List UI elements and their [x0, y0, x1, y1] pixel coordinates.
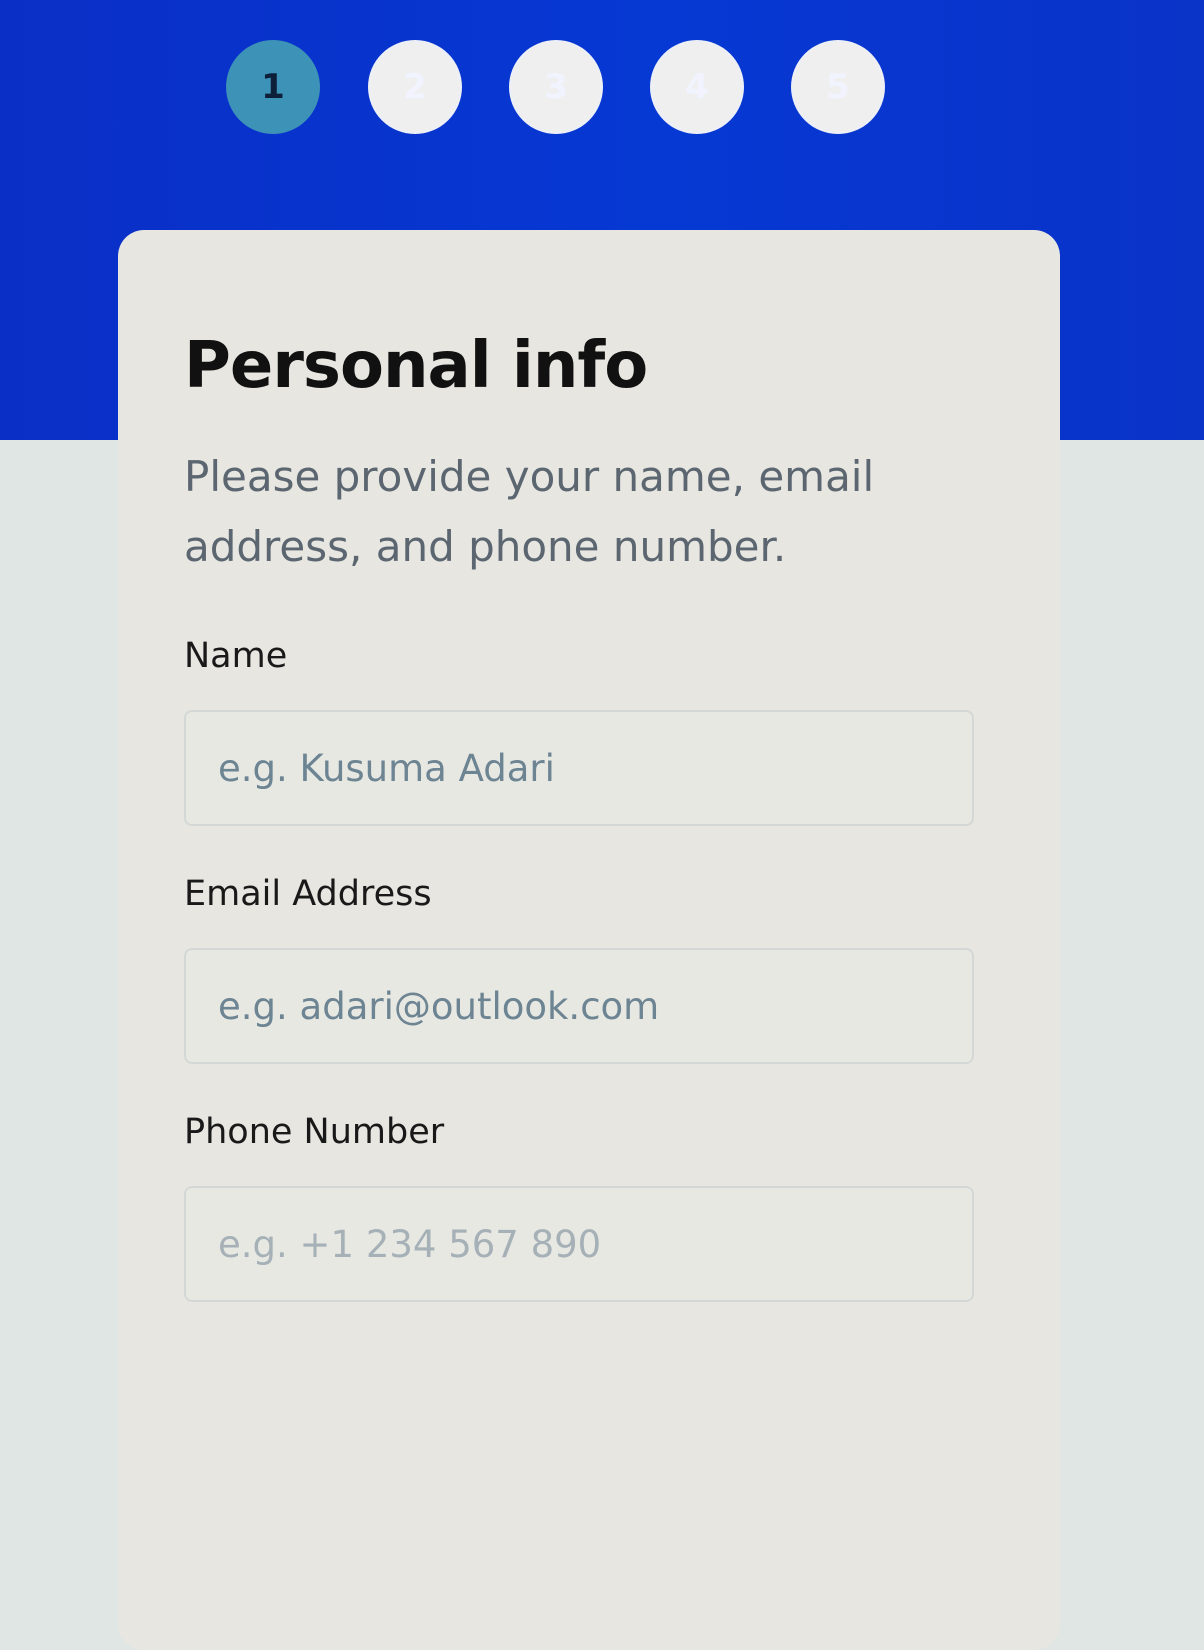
email-field-group: Email Address [184, 872, 994, 1064]
form-description: Please provide your name, email address,… [184, 452, 875, 571]
name-field-group: Name [184, 634, 994, 826]
form-title: Personal info [184, 329, 648, 403]
personal-info-card: Personal info Please provide your name, … [118, 230, 1060, 1650]
email-input[interactable] [184, 948, 974, 1064]
name-input[interactable] [184, 710, 974, 826]
name-label: Name [184, 636, 288, 676]
step-3[interactable]: 3 [509, 40, 603, 134]
step-indicator: 1 2 3 4 5 [0, 0, 1204, 180]
phone-input[interactable] [184, 1186, 974, 1302]
step-5[interactable]: 5 [791, 40, 885, 134]
step-4[interactable]: 4 [650, 40, 744, 134]
step-2[interactable]: 2 [368, 40, 462, 134]
phone-field-group: Phone Number [184, 1110, 994, 1302]
step-1[interactable]: 1 [226, 40, 320, 134]
phone-label: Phone Number [184, 1112, 445, 1152]
email-label: Email Address [184, 874, 432, 914]
